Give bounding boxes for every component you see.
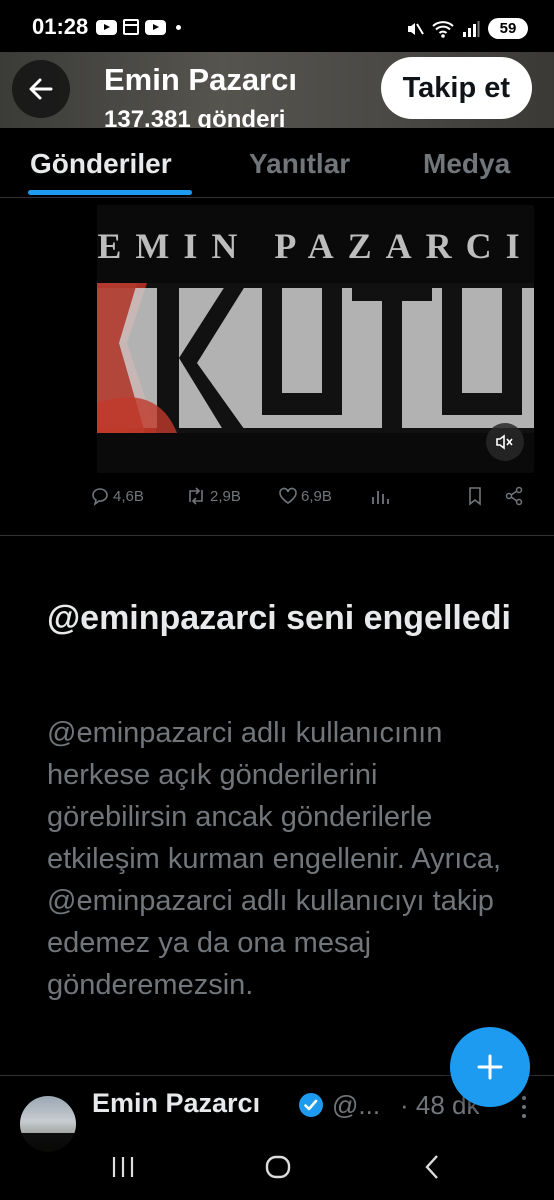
profile-header: Emin Pazarcı 137.381 gönderi Takip et	[0, 52, 554, 128]
recents-button[interactable]	[99, 1147, 147, 1187]
blocked-description: @eminpazarci adlı kullanıcının herkese a…	[47, 717, 502, 1001]
mute-icon	[408, 22, 424, 35]
reply-count: 4,6B	[113, 487, 144, 505]
like-button[interactable]: 6,9B	[278, 486, 332, 506]
status-bar: 01:28 59	[0, 0, 554, 52]
wifi-icon	[432, 20, 454, 38]
header-post-count: 137.381 gönderi	[104, 106, 286, 128]
header-title: Emin Pazarcı	[104, 62, 297, 97]
bookmark-icon	[469, 487, 481, 506]
active-tab-indicator	[28, 190, 192, 195]
reply-icon	[92, 488, 108, 506]
blocked-title: @eminpazarci seni engelledi	[47, 599, 511, 637]
more-notifications-icon	[176, 24, 181, 30]
status-time: 01:28	[32, 14, 89, 39]
video-player[interactable]: EMIN PAZARCI	[97, 205, 534, 473]
more-options-icon[interactable]	[514, 1094, 534, 1120]
analytics-icon	[372, 491, 389, 504]
repost-icon	[189, 487, 203, 505]
compose-button[interactable]	[450, 1027, 530, 1107]
tab-posts[interactable]: Gönderiler	[30, 148, 172, 180]
battery-indicator: 59	[488, 18, 528, 39]
share-button[interactable]	[504, 486, 524, 506]
heart-icon	[279, 487, 297, 504]
video-title-graphic	[97, 283, 534, 433]
arrow-left-icon	[29, 78, 53, 100]
volume-muted-icon	[496, 434, 513, 450]
youtube-icon	[145, 19, 166, 35]
home-icon	[265, 1155, 291, 1179]
recents-icon	[112, 1157, 134, 1177]
system-nav-bar	[0, 1133, 554, 1200]
share-icon	[505, 486, 523, 506]
repost-button[interactable]: 2,9B	[185, 486, 241, 506]
chevron-left-icon	[425, 1155, 438, 1179]
mute-toggle-button[interactable]	[486, 423, 524, 461]
status-indicators: 59	[406, 18, 528, 39]
plus-icon	[477, 1054, 503, 1080]
tweet-author-name[interactable]: Emin Pazarcı	[92, 1088, 260, 1119]
verified-badge-icon	[299, 1093, 323, 1117]
repost-count: 2,9B	[210, 487, 241, 505]
profile-tabs: Gönderiler Yanıtlar Medya	[0, 128, 554, 198]
tab-replies[interactable]: Yanıtlar	[249, 148, 350, 180]
reply-button[interactable]: 4,6B	[90, 486, 144, 506]
follow-button[interactable]: Takip et	[380, 57, 532, 119]
views-button[interactable]	[370, 486, 390, 506]
bookmark-button[interactable]	[465, 486, 485, 506]
back-button[interactable]	[12, 60, 70, 118]
tab-media[interactable]: Medya	[423, 148, 510, 180]
like-count: 6,9B	[301, 487, 332, 505]
divider	[0, 535, 554, 536]
home-button[interactable]	[254, 1147, 302, 1187]
notification-icons	[96, 19, 181, 35]
video-overlay-text: EMIN PAZARCI	[97, 226, 534, 266]
youtube-icon	[96, 19, 117, 35]
post-action-bar: 4,6B 2,9B 6,9B	[90, 486, 534, 518]
signal-icon	[463, 20, 480, 37]
back-nav-button[interactable]	[408, 1147, 456, 1187]
tweet-author-handle[interactable]: @...	[332, 1090, 380, 1121]
calendar-icon	[123, 19, 139, 35]
